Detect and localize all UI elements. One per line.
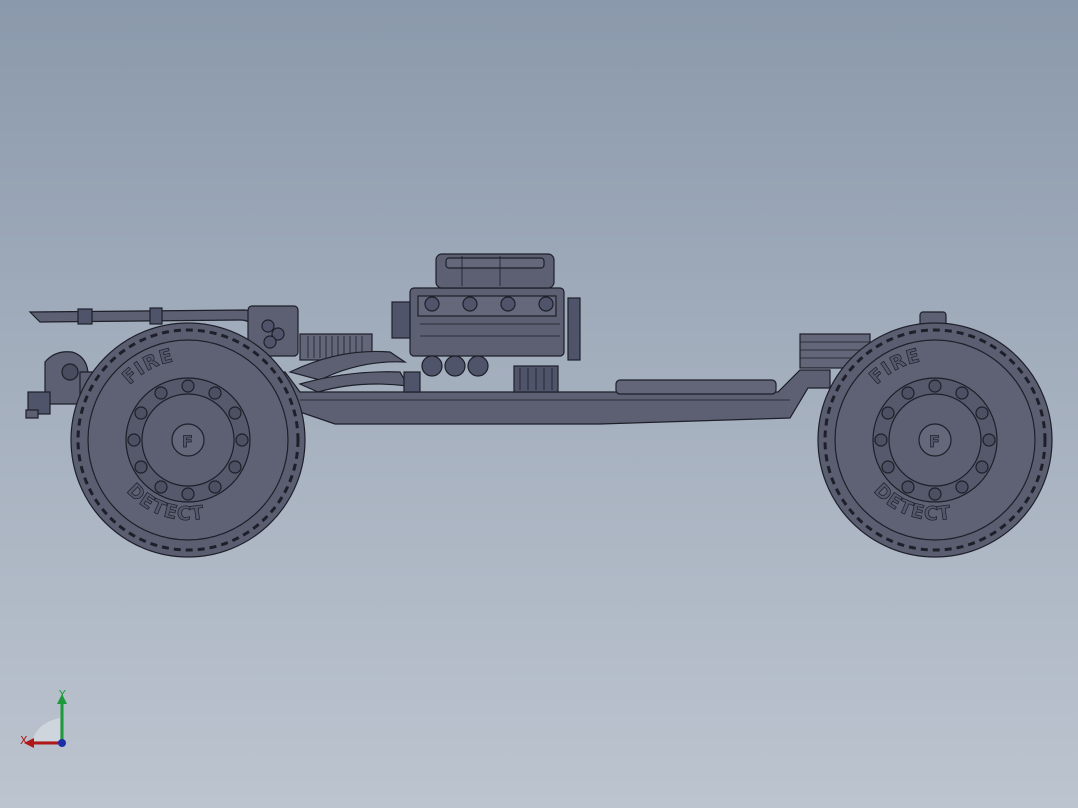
front-hub-logo: F: [929, 432, 941, 451]
y-axis-label: Y: [58, 688, 66, 701]
engine-block: [391, 287, 581, 393]
chassis-model[interactable]: F FIRE DETECT F FIRE DETECT: [0, 0, 1078, 808]
z-axis-dot-icon: [58, 739, 66, 747]
graphics-viewport[interactable]: F FIRE DETECT F FIRE DETECT X Y: [0, 0, 1078, 808]
rear-wheel[interactable]: F FIRE DETECT: [70, 322, 306, 558]
view-orientation-triad[interactable]: X Y: [12, 686, 82, 756]
x-axis-label: X: [20, 734, 28, 747]
front-wheel[interactable]: F FIRE DETECT: [817, 322, 1053, 558]
air-intake: [435, 253, 555, 289]
rear-hub-logo: F: [182, 432, 194, 451]
triad-plane: [32, 718, 60, 741]
fuel-tank: [615, 379, 777, 395]
